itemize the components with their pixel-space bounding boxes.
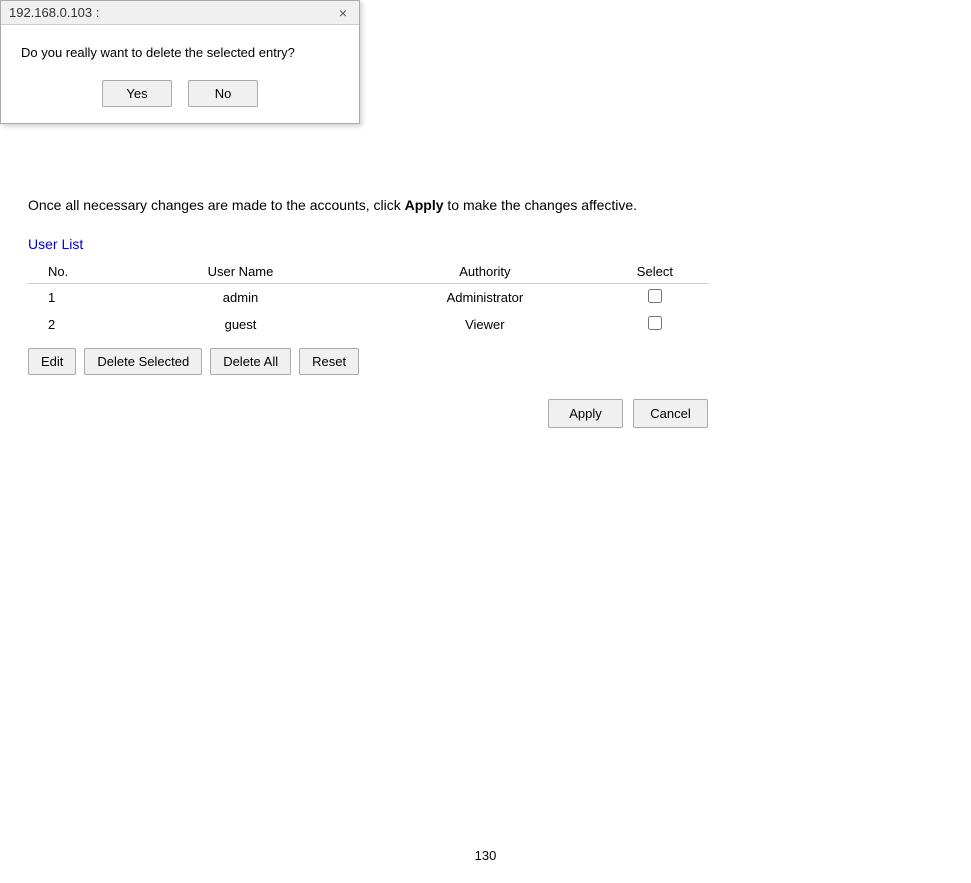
bottom-buttons: Apply Cancel <box>28 399 708 428</box>
dialog-buttons: Yes No <box>21 80 339 107</box>
col-header-authority: Authority <box>368 260 602 284</box>
select-checkbox-1[interactable] <box>648 289 662 303</box>
cell-select <box>602 311 708 338</box>
instruction-text: Once all necessary changes are made to t… <box>28 195 951 216</box>
dialog-ip: 192.168.0.103 <box>9 5 92 20</box>
col-header-select: Select <box>602 260 708 284</box>
user-table: No. User Name Authority Select 1adminAdm… <box>28 260 708 338</box>
table-header-row: No. User Name Authority Select <box>28 260 708 284</box>
instruction-prefix: Once all necessary changes are made to t… <box>28 197 405 213</box>
dialog-titlebar: 192.168.0.103 : × <box>1 1 359 25</box>
instruction-apply-word: Apply <box>405 197 444 213</box>
cell-select <box>602 284 708 312</box>
delete-all-button[interactable]: Delete All <box>210 348 291 375</box>
col-header-no: No. <box>28 260 113 284</box>
dialog-box: 192.168.0.103 : × Do you really want to … <box>0 0 360 124</box>
table-row: 1adminAdministrator <box>28 284 708 312</box>
dialog-message: Do you really want to delete the selecte… <box>21 45 339 60</box>
cell-authority: Viewer <box>368 311 602 338</box>
cell-authority: Administrator <box>368 284 602 312</box>
dialog-body: Do you really want to delete the selecte… <box>1 25 359 123</box>
reset-button[interactable]: Reset <box>299 348 359 375</box>
user-list-section: User List No. User Name Authority Select… <box>28 236 951 428</box>
edit-button[interactable]: Edit <box>28 348 76 375</box>
select-checkbox-2[interactable] <box>648 316 662 330</box>
dialog-title: 192.168.0.103 : <box>9 5 99 20</box>
delete-selected-button[interactable]: Delete Selected <box>84 348 202 375</box>
dialog-yes-button[interactable]: Yes <box>102 80 172 107</box>
cancel-button[interactable]: Cancel <box>633 399 708 428</box>
cell-no: 1 <box>28 284 113 312</box>
dialog-no-button[interactable]: No <box>188 80 258 107</box>
col-header-username: User Name <box>113 260 368 284</box>
main-content: Once all necessary changes are made to t… <box>20 195 951 428</box>
cell-no: 2 <box>28 311 113 338</box>
apply-button[interactable]: Apply <box>548 399 623 428</box>
cell-username: admin <box>113 284 368 312</box>
page-number: 130 <box>475 848 497 863</box>
table-row: 2guestViewer <box>28 311 708 338</box>
dialog-colon: : <box>96 5 100 20</box>
dialog-close-button[interactable]: × <box>335 6 351 20</box>
instruction-suffix: to make the changes affective. <box>444 197 638 213</box>
page-container: 192.168.0.103 : × Do you really want to … <box>0 0 971 883</box>
action-buttons: Edit Delete Selected Delete All Reset <box>28 348 951 375</box>
cell-username: guest <box>113 311 368 338</box>
section-title: User List <box>28 236 951 252</box>
